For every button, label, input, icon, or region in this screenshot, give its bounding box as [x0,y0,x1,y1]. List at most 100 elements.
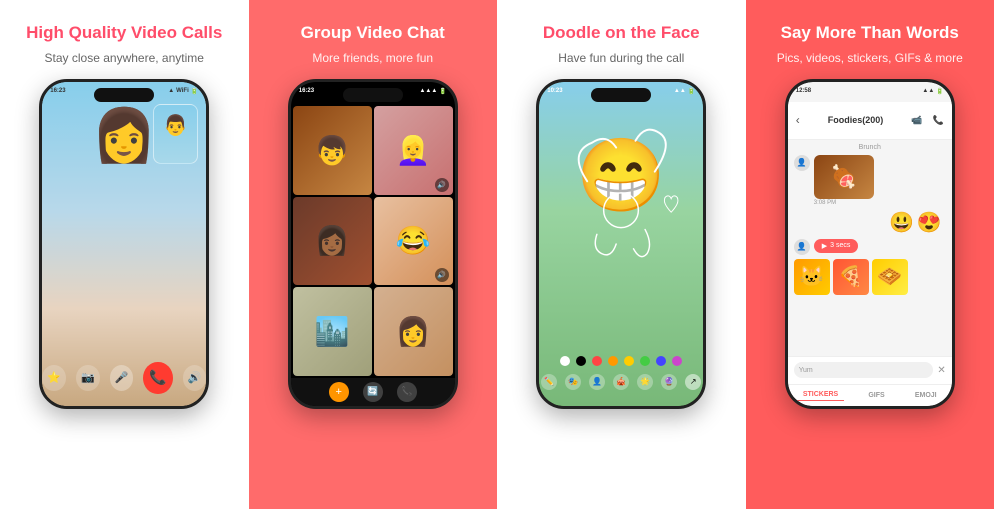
color-yellow[interactable] [624,356,634,366]
tool-4[interactable]: 🎪 [613,374,629,390]
voice-message-row: 👤 ▶ 3 secs [794,239,946,255]
video-cell-2: 👱‍♀️ 🔊 [374,106,453,195]
tool-6[interactable]: 🔮 [661,374,677,390]
phone-screen-1: 16:23 ▲ WiFi 🔋 👩 👨 [42,82,206,406]
phone-mockup-1: 16:23 ▲ WiFi 🔋 👩 👨 [39,79,209,409]
time-3: 10:23 [547,88,562,95]
color-blue[interactable] [656,356,666,366]
emoji-tab[interactable]: EMOJI [909,390,943,401]
video-cell-6: 👩 [374,287,453,376]
sender-avatar-2: 👤 [794,239,810,255]
star-button[interactable]: ⭐ [42,365,66,391]
voice-duration: 3 secs [830,242,850,249]
status-bar-3: 10:23 ▲▲ 🔋 [547,88,695,95]
call-controls: ⭐ 📷 🎤 📞 🔊 [42,362,206,394]
group-call-controls: + 🔄 📞 [291,378,455,406]
main-face: 👩 [92,110,157,162]
tool-5[interactable]: 🌟 [637,374,653,390]
phone-screen-2: 16:23 ▲▲▲ 🔋 👦 👱‍♀️ 🔊 [291,82,455,406]
status-icons-1: ▲ WiFi 🔋 [168,88,198,95]
video-cell-1: 👦 [293,106,372,195]
stickers-tab[interactable]: STICKERS [797,389,844,401]
mic-icon-4: 🔊 [435,268,449,282]
panel-1-subtitle: Stay close anywhere, anytime [45,50,204,67]
end-call-button[interactable]: 📞 [143,362,172,394]
voice-bubble[interactable]: ▶ 3 secs [814,239,859,253]
panel-video-calls: High Quality Video Calls Stay close anyw… [0,0,249,509]
doodle-tools: ✏️ 🎭 👤 🎪 🌟 🔮 ↗ [539,374,703,390]
doodle-face: 😁 [576,140,666,212]
video-call-icon[interactable]: 📹 [911,115,922,126]
group-video-grid: 👦 👱‍♀️ 🔊 👩🏾 😂 🔊 [291,104,455,378]
phone-screen-4: 12:58 ▲▲ 🔋 ‹ Foodies(200) 📹 📞 Brunch [788,82,952,406]
color-red[interactable] [592,356,602,366]
image-bubble: 🍖 3:08 PM [814,155,874,206]
mic-icon-2: 🔊 [435,178,449,192]
time-4: 12:58 [796,88,811,95]
panel-group-chat: Group Video Chat More friends, more fun … [249,0,498,509]
video-cell-3: 👩🏾 [293,197,372,286]
chat-input[interactable]: Yum [794,362,934,378]
end-group-call-button[interactable]: 📞 [397,382,417,402]
speaker-button[interactable]: 🔊 [183,365,207,391]
camera-button[interactable]: 📷 [76,365,100,391]
sender-avatar-1: 👤 [794,155,810,171]
panel-3-title: Doodle on the Face [543,22,700,44]
emoji-1: 😃 [889,210,914,235]
status-bar-2: 16:23 ▲▲▲ 🔋 [299,88,447,95]
phone-mockup-3: 10:23 ▲▲ 🔋 😁 [536,79,706,409]
chat-header: ‹ Foodies(200) 📹 📞 [788,102,952,140]
emoji-2: 😍 [917,210,942,235]
tool-1[interactable]: ✏️ [541,374,557,390]
small-video-overlay: 👨 [153,104,198,164]
status-icons-2: ▲▲▲ 🔋 [419,88,446,95]
close-icon[interactable]: ✕ [937,365,945,376]
input-placeholder: Yum [799,367,813,374]
tool-2[interactable]: 🎭 [565,374,581,390]
time-1: 16:23 [50,88,65,95]
sticker-2: 🍕 [833,259,869,295]
status-icons-3: ▲▲ 🔋 [674,88,695,95]
food-image: 🍖 [814,155,874,199]
tool-3[interactable]: 👤 [589,374,605,390]
video-cell-4: 😂 🔊 [374,197,453,286]
color-orange[interactable] [608,356,618,366]
panel-1-title: High Quality Video Calls [26,22,222,44]
color-black[interactable] [576,356,586,366]
chat-input-area: Yum ✕ [788,356,952,384]
chat-title: Foodies(200) [806,115,906,125]
chat-date-label: Brunch [794,144,946,151]
emoji-row: 😃 😍 [794,210,946,235]
flip-camera-button[interactable]: 🔄 [363,382,383,402]
panel-3-subtitle: Have fun during the call [558,50,684,67]
mute-button[interactable]: 🎤 [110,365,134,391]
back-icon[interactable]: ‹ [796,113,800,127]
sticker-1: 🐱 [794,259,830,295]
panel-4-subtitle: Pics, videos, stickers, GIFs & more [777,50,963,67]
color-green[interactable] [640,356,650,366]
video-cell-5: 🏙️ [293,287,372,376]
audio-call-icon[interactable]: 📞 [933,115,944,126]
add-participant-button[interactable]: + [329,382,349,402]
status-bar-1: 16:23 ▲ WiFi 🔋 [50,88,198,95]
panel-2-title: Group Video Chat [301,22,445,44]
phone-mockup-4: 12:58 ▲▲ 🔋 ‹ Foodies(200) 📹 📞 Brunch [785,79,955,409]
sticker-row: 🐱 🍕 🧇 [794,259,946,295]
panel-messaging: Say More Than Words Pics, videos, sticke… [746,0,994,509]
sticker-3: 🧇 [872,259,908,295]
image-message: 👤 🍖 3:08 PM [794,155,946,206]
panel-doodle: Doodle on the Face Have fun during the c… [497,0,746,509]
color-picker [539,356,703,366]
media-tab-bar: STICKERS GIFS EMOJI [788,384,952,406]
phone-screen-3: 10:23 ▲▲ 🔋 😁 [539,82,703,406]
time-2: 16:23 [299,88,314,95]
gifs-tab[interactable]: GIFS [862,390,890,401]
small-face: 👨 [154,105,197,138]
status-bar-4: 12:58 ▲▲ 🔋 [796,88,944,95]
color-purple[interactable] [672,356,682,366]
status-icons-4: ▲▲ 🔋 [922,88,943,95]
share-tool[interactable]: ↗ [685,374,701,390]
color-white[interactable] [560,356,570,366]
panel-2-subtitle: More friends, more fun [312,50,433,67]
panel-4-title: Say More Than Words [781,22,959,44]
